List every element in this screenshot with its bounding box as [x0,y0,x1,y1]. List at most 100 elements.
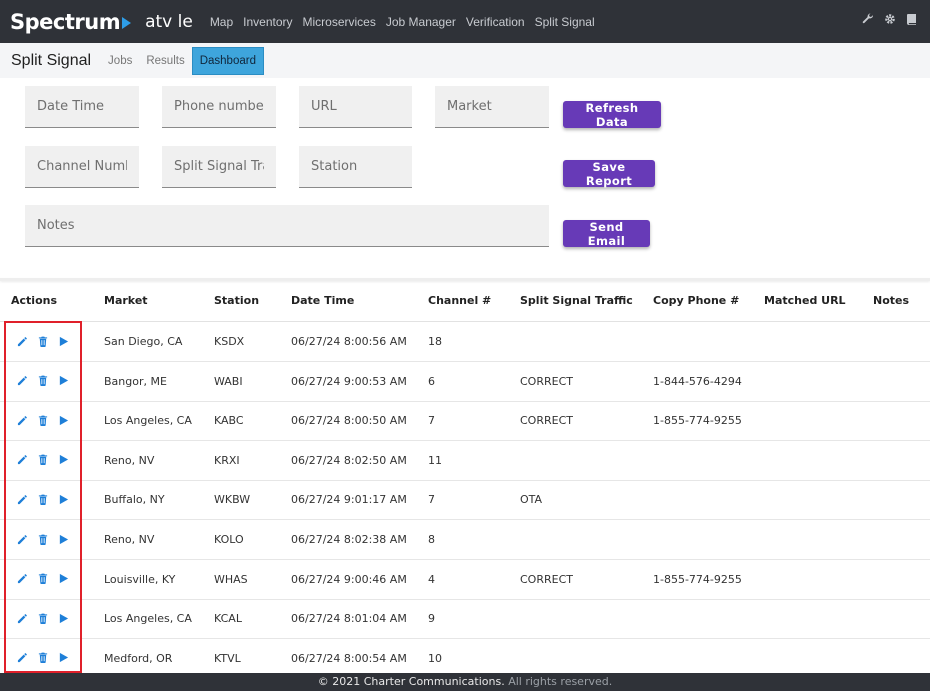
delete-icon[interactable] [37,335,49,347]
table-row: San Diego, CA KSDX 06/27/24 8:00:56 AM 18 [0,322,930,362]
url-input[interactable] [311,99,400,114]
play-icon[interactable] [57,493,69,505]
nav-link-verification[interactable]: Verification [466,15,525,29]
sub-header: Split Signal Jobs Results Dashboard [0,43,930,78]
col-date-time[interactable]: Date Time [291,294,354,307]
market-field[interactable] [435,86,549,128]
table-row: Bangor, ME WABI 06/27/24 9:00:53 AM 6 CORREC… [0,362,930,402]
delete-icon[interactable] [37,375,49,387]
book-icon[interactable] [906,13,918,27]
play-icon[interactable] [57,612,69,624]
split-signal-traffic-field[interactable] [162,146,276,188]
play-icon[interactable] [57,652,69,664]
table-header: Actions Market Station Date Time Channel… [0,282,930,322]
delete-icon[interactable] [37,573,49,585]
nav-link-split-signal[interactable]: Split Signal [535,15,595,29]
cell-channel: 11 [428,453,442,467]
col-market[interactable]: Market [104,294,148,307]
cell-date-time: 06/27/24 8:00:54 AM [291,651,407,665]
play-icon[interactable] [57,414,69,426]
split-signal-traffic-input[interactable] [174,159,264,174]
edit-icon[interactable] [16,612,28,624]
date-time-input[interactable] [37,99,127,114]
edit-icon[interactable] [16,375,28,387]
col-matched-url[interactable]: Matched URL [764,294,846,307]
delete-icon[interactable] [37,652,49,664]
cell-date-time: 06/27/24 8:02:50 AM [291,453,407,467]
notes-field[interactable] [25,205,549,247]
table-row: Reno, NV KRXI 06/27/24 8:02:50 AM 11 [0,441,930,481]
station-field[interactable] [299,146,412,188]
tab-results[interactable]: Results [139,48,191,74]
brand-logo[interactable]: Spectrum [10,10,132,34]
cell-station: KOLO [214,533,244,546]
delete-icon[interactable] [37,414,49,426]
table-row: Buffalo, NY WKBW 06/27/24 9:01:17 AM 7 OTA [0,480,930,521]
notes-input[interactable] [37,218,537,233]
station-input[interactable] [311,159,400,174]
nav-link-microservices[interactable]: Microservices [303,15,376,29]
wrench-icon[interactable] [862,13,874,27]
cell-channel: 9 [428,612,435,626]
phone-numbers-field[interactable] [162,86,276,128]
cell-split-signal-traffic: OTA [520,493,543,507]
footer-copyright: © 2021 Charter Communications. [317,675,505,688]
play-icon[interactable] [57,573,69,585]
cell-station: WABI [214,374,243,388]
cell-market: Los Angeles, CA [104,612,192,626]
edit-icon[interactable] [16,533,28,545]
table-row: Louisville, KY WHAS 06/27/24 9:00:46 AM 4 CO… [0,560,930,600]
url-field[interactable] [299,86,412,128]
col-channel[interactable]: Channel # [428,294,491,307]
nav-link-job-manager[interactable]: Job Manager [386,15,456,29]
play-icon[interactable] [57,375,69,387]
gear-icon[interactable] [884,13,896,27]
edit-icon[interactable] [16,335,28,347]
cell-channel: 8 [428,533,435,546]
col-actions: Actions [11,294,57,307]
col-notes[interactable]: Notes [873,294,909,307]
delete-icon[interactable] [37,454,49,466]
tab-dashboard[interactable]: Dashboard [191,46,264,75]
play-icon[interactable] [57,454,69,466]
cell-channel: 7 [428,414,435,428]
col-split-signal-traffic[interactable]: Split Signal Traffic [520,294,633,307]
delete-icon[interactable] [37,612,49,624]
cell-date-time: 06/27/24 9:00:53 AM [291,374,407,388]
market-input[interactable] [447,99,537,114]
refresh-data-button[interactable]: Refresh Data [563,101,661,129]
edit-icon[interactable] [16,454,28,466]
edit-icon[interactable] [16,493,28,505]
save-report-button[interactable]: Save Report [563,160,655,188]
edit-icon[interactable] [16,414,28,426]
col-copy-phone[interactable]: Copy Phone # [653,294,739,307]
phone-numbers-input[interactable] [174,99,264,114]
delete-icon[interactable] [37,493,49,505]
nav-links: Map Inventory Microservices Job Manager … [205,15,600,29]
cell-copy-phone[interactable]: 1-844-576-4294 [653,375,742,388]
cell-market: Louisville, KY [104,572,176,586]
cell-copy-phone[interactable]: 1-855-774-9255 [653,573,742,586]
cell-market: Reno, NV [104,533,155,546]
delete-icon[interactable] [37,533,49,545]
cell-channel: 18 [428,335,442,348]
table-row: Los Angeles, CA KCAL 06/27/24 8:01:04 AM 9 [0,599,930,640]
tab-jobs[interactable]: Jobs [101,48,139,74]
send-email-button[interactable]: Send Email [563,220,650,248]
cell-market: Los Angeles, CA [104,414,192,428]
nav-link-map[interactable]: Map [210,15,233,29]
edit-icon[interactable] [16,652,28,664]
nav-link-inventory[interactable]: Inventory [243,15,292,29]
play-icon[interactable] [57,335,69,347]
cell-copy-phone[interactable]: 1-855-774-9255 [653,414,742,427]
channel-number-field[interactable] [25,146,139,188]
cell-station: KABC [214,414,244,428]
edit-icon[interactable] [16,573,28,585]
channel-number-input[interactable] [37,159,127,174]
date-time-field[interactable] [25,86,139,128]
cell-date-time: 06/27/24 9:00:46 AM [291,572,407,586]
play-icon[interactable] [57,533,69,545]
col-station[interactable]: Station [214,294,259,307]
cell-station: KSDX [214,335,245,348]
app-name[interactable]: atv le [145,12,193,32]
